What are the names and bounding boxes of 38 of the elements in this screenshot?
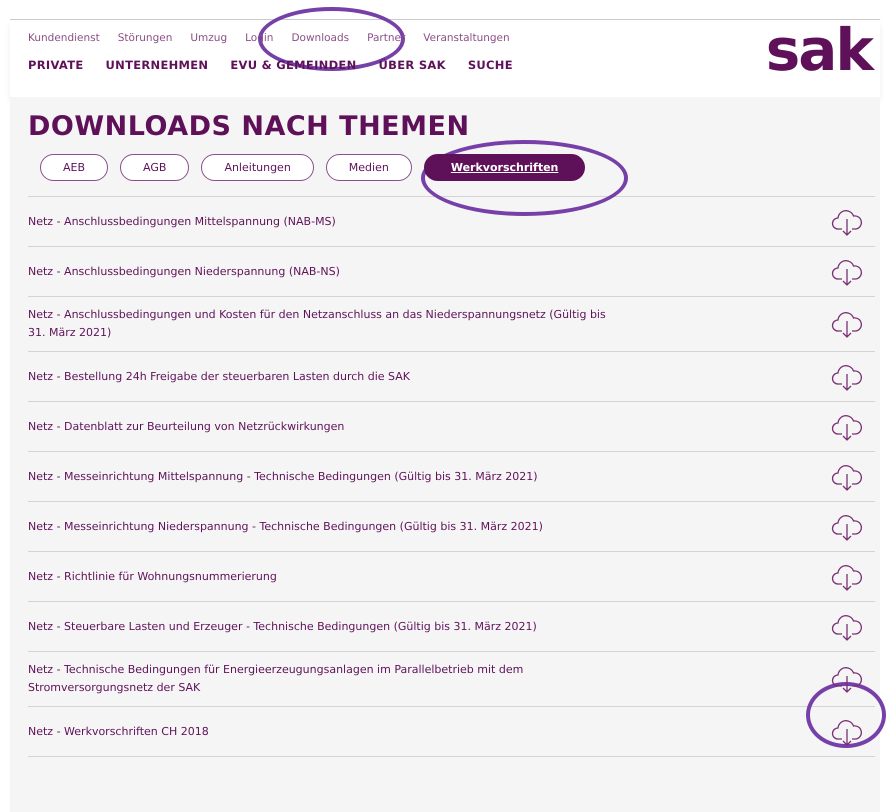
cloud-download-icon[interactable] — [831, 362, 863, 390]
cloud-download-icon[interactable] — [831, 665, 863, 693]
logo[interactable]: sak — [766, 20, 872, 80]
cloud-download-icon[interactable] — [831, 562, 863, 590]
cloud-download-icon[interactable] — [831, 612, 863, 640]
service-nav-link[interactable]: Veranstaltungen — [423, 32, 510, 44]
cloud-download-icon[interactable] — [831, 208, 863, 236]
document-link[interactable]: Netz - Richtlinie für Wohnungsnummerierung — [28, 558, 277, 594]
document-link[interactable]: Netz - Anschlussbedingungen Niederspannung (NAB-NS) — [28, 254, 340, 290]
filter-tab[interactable]: Medien — [326, 154, 412, 181]
main-nav-link[interactable]: UNTERNEHMEN — [106, 58, 208, 72]
document-link[interactable]: Netz - Datenblatt zur Beurteilung von Netzrückwirkungen — [28, 408, 344, 444]
document-link[interactable]: Netz - Technische Bedingungen für Energieerzeugungsanlagen im Parallelbetrieb mit dem Stromversorgungsnetz der SAK — [28, 652, 618, 706]
document-link[interactable]: Netz - Steuerbare Lasten und Erzeuger - Technische Bedingungen (Gültig bis 31. März 2021) — [28, 608, 537, 644]
service-nav-link[interactable]: Kundendienst — [28, 32, 100, 44]
filter-tab[interactable]: AEB — [40, 154, 108, 181]
service-nav-link[interactable]: Störungen — [118, 32, 172, 44]
document-link[interactable]: Netz - Werkvorschriften CH 2018 — [28, 714, 209, 750]
main-nav-link[interactable]: ÜBER SAK — [378, 58, 446, 72]
main-nav-link[interactable]: SUCHE — [468, 58, 513, 72]
cloud-download-icon[interactable] — [831, 310, 863, 338]
page-title: DOWNLOADS NACH THEMEN — [28, 111, 471, 142]
document-link[interactable]: Netz - Anschlussbedingungen Mittelspannung (NAB-MS) — [28, 204, 336, 240]
cloud-download-icon[interactable] — [831, 412, 863, 440]
cloud-download-icon[interactable] — [831, 462, 863, 490]
document-link[interactable]: Netz - Messeinrichtung Mittelspannung - Technische Bedingungen (Gültig bis 31. März 2021) — [28, 458, 538, 494]
document-link[interactable]: Netz - Messeinrichtung Niederspannung - Technische Bedingungen (Gültig bis 31. März 2021) — [28, 508, 543, 544]
service-nav-link[interactable]: Umzug — [190, 32, 228, 44]
filter-tab[interactable]: Werkvorschriften — [424, 154, 586, 181]
cloud-download-icon[interactable] — [831, 718, 863, 746]
filter-tab[interactable]: AGB — [120, 154, 190, 181]
main-nav-link[interactable]: PRIVATE — [28, 58, 84, 72]
document-link[interactable]: Netz - Bestellung 24h Freigabe der steuerbaren Lasten durch die SAK — [28, 358, 410, 394]
cloud-download-icon[interactable] — [831, 258, 863, 286]
service-nav-link[interactable]: Downloads — [291, 32, 350, 44]
document-link[interactable]: Netz - Anschlussbedingungen und Kosten für den Netzanschluss an das Niederspannungsnetz (Gültig bis 31. März 2021) — [28, 297, 618, 351]
filter-tab[interactable]: Anleitungen — [201, 154, 314, 181]
cloud-download-icon[interactable] — [831, 512, 863, 540]
